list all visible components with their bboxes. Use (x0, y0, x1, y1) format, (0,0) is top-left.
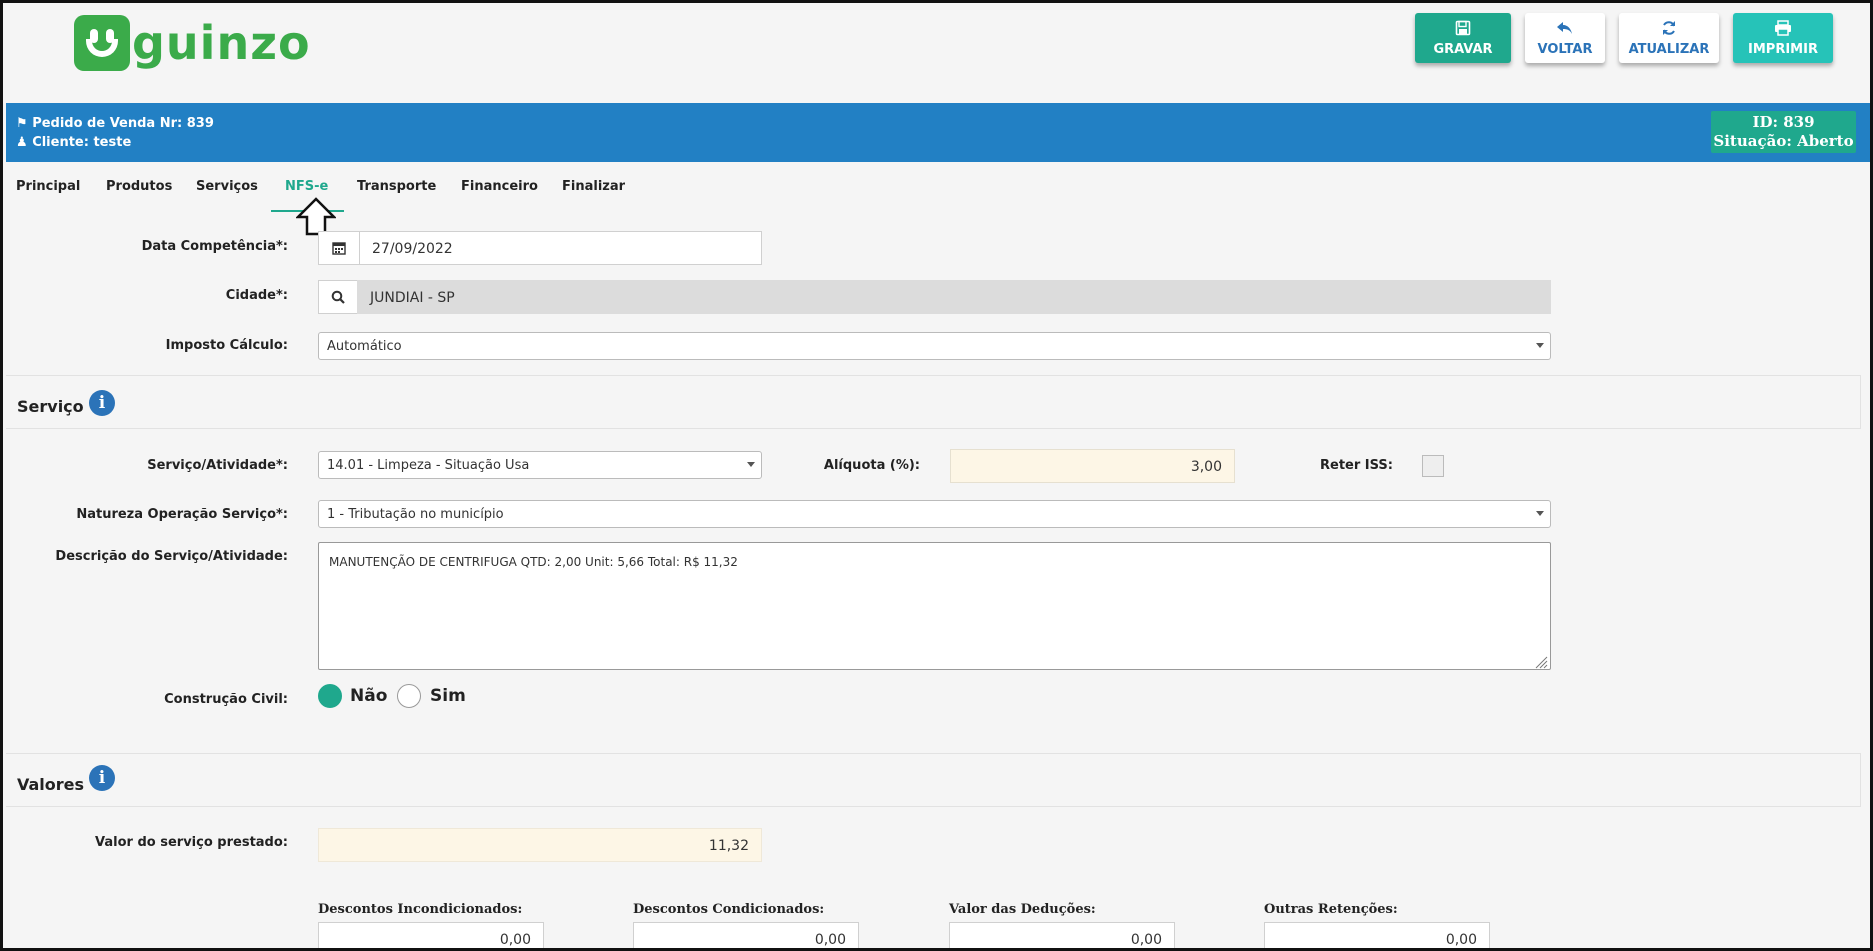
chevron-down-icon (1536, 511, 1544, 516)
tab-servicos[interactable]: Serviços (196, 179, 258, 194)
servico-atividade-select[interactable]: 14.01 - Limpeza - Situação Usa (318, 451, 762, 479)
printer-icon (1774, 19, 1792, 40)
chevron-down-icon (1536, 343, 1544, 348)
valor-servico-label: Valor do serviço prestado: (95, 835, 288, 850)
natureza-operacao-select[interactable]: 1 - Tributação no município (318, 500, 1551, 528)
construcao-nao-label[interactable]: Não (350, 686, 387, 706)
reter-iss-label: Reter ISS: (1320, 458, 1393, 473)
tab-finalizar[interactable]: Finalizar (562, 179, 625, 194)
top-bar: guinzo GRAVAR VOLTAR ATUALIZAR IMPRIMIR (6, 9, 1870, 103)
imposto-calculo-select[interactable]: Automático (318, 332, 1551, 360)
valores-section-title: Valores (17, 775, 85, 794)
order-info: ⚑ Pedido de Venda Nr: 839 ♟ Cliente: tes… (16, 114, 214, 152)
page: guinzo GRAVAR VOLTAR ATUALIZAR IMPRIMIR … (6, 9, 1870, 948)
floppy-disk-icon (1455, 20, 1471, 40)
descontos-condicionados-label: Descontos Condicionados: (633, 902, 825, 917)
save-button[interactable]: GRAVAR (1415, 13, 1511, 63)
order-number: Pedido de Venda Nr: 839 (32, 116, 214, 131)
brand-name: guinzo (132, 16, 311, 70)
construcao-sim-label[interactable]: Sim (430, 686, 466, 706)
aliquota-label: Alíquota (%): (823, 458, 920, 473)
window-frame: guinzo GRAVAR VOLTAR ATUALIZAR IMPRIMIR … (0, 0, 1873, 951)
descontos-condicionados-input[interactable]: 0,00 (633, 922, 859, 948)
search-icon[interactable] (318, 280, 358, 314)
descontos-incondicionados-label: Descontos Incondicionados: (318, 902, 523, 917)
data-competencia-input[interactable]: 27/09/2022 (359, 231, 762, 265)
descricao-label: Descrição do Serviço/Atividade: (55, 549, 288, 564)
tab-nfse[interactable]: NFS-e (285, 179, 328, 194)
data-competencia-label: Data Competência*: (141, 239, 288, 254)
status-badge: ID: 839 Situação: Aberto (1711, 111, 1856, 153)
refresh-icon (1661, 20, 1677, 40)
tag-icon: ⚑ (16, 116, 28, 131)
reply-arrow-icon (1556, 20, 1574, 40)
valor-servico-input[interactable]: 11,32 (318, 828, 762, 862)
natureza-operacao-label: Natureza Operação Serviço*: (76, 507, 288, 522)
aliquota-input[interactable]: 3,00 (950, 449, 1235, 483)
descricao-textarea[interactable]: MANUTENÇÃO DE CENTRIFUGA QTD: 2,00 Unit:… (318, 542, 1551, 670)
servico-atividade-label: Serviço/Atividade*: (147, 458, 288, 473)
servico-section-title: Serviço (17, 397, 84, 416)
descontos-incondicionados-input[interactable]: 0,00 (318, 922, 544, 948)
client-name: Cliente: teste (32, 135, 132, 150)
imposto-calculo-label: Imposto Cálculo: (165, 338, 288, 353)
servico-section-header: Serviço i (6, 375, 1861, 429)
info-icon[interactable]: i (89, 390, 115, 416)
outras-retencoes-label: Outras Retenções: (1264, 902, 1398, 917)
cidade-input[interactable]: JUNDIAI - SP (357, 280, 1551, 314)
toolbar: GRAVAR VOLTAR ATUALIZAR IMPRIMIR (1415, 13, 1833, 63)
tab-produtos[interactable]: Produtos (106, 179, 172, 194)
valor-deducoes-input[interactable]: 0,00 (949, 922, 1175, 948)
order-status: Situação: Aberto (1713, 132, 1854, 150)
construcao-sim-radio[interactable] (397, 684, 421, 708)
logo-smile-icon (74, 15, 130, 71)
valor-deducoes-label: Valor das Deduções: (949, 902, 1096, 917)
tab-principal[interactable]: Principal (16, 179, 80, 194)
order-header: ⚑ Pedido de Venda Nr: 839 ♟ Cliente: tes… (6, 103, 1870, 162)
chevron-down-icon (747, 462, 755, 467)
order-id: ID: 839 (1752, 113, 1815, 131)
reter-iss-checkbox[interactable] (1422, 455, 1444, 477)
print-button[interactable]: IMPRIMIR (1733, 13, 1833, 63)
tab-transporte[interactable]: Transporte (357, 179, 436, 194)
user-icon: ♟ (16, 135, 28, 150)
tab-financeiro[interactable]: Financeiro (461, 179, 538, 194)
construcao-civil-label: Construção Civil: (164, 692, 288, 707)
construcao-nao-radio[interactable] (318, 684, 342, 708)
refresh-button[interactable]: ATUALIZAR (1619, 13, 1719, 63)
tab-bar: Principal Produtos Serviços NFS-e Transp… (6, 162, 1870, 212)
cidade-label: Cidade*: (225, 288, 288, 303)
valores-section-header: Valores i (6, 753, 1861, 807)
info-icon[interactable]: i (89, 765, 115, 791)
calendar-icon[interactable] (318, 231, 360, 265)
back-button[interactable]: VOLTAR (1525, 13, 1605, 63)
resize-handle-icon[interactable] (1534, 654, 1548, 673)
outras-retencoes-input[interactable]: 0,00 (1264, 922, 1490, 948)
brand-logo[interactable]: guinzo (74, 15, 311, 71)
